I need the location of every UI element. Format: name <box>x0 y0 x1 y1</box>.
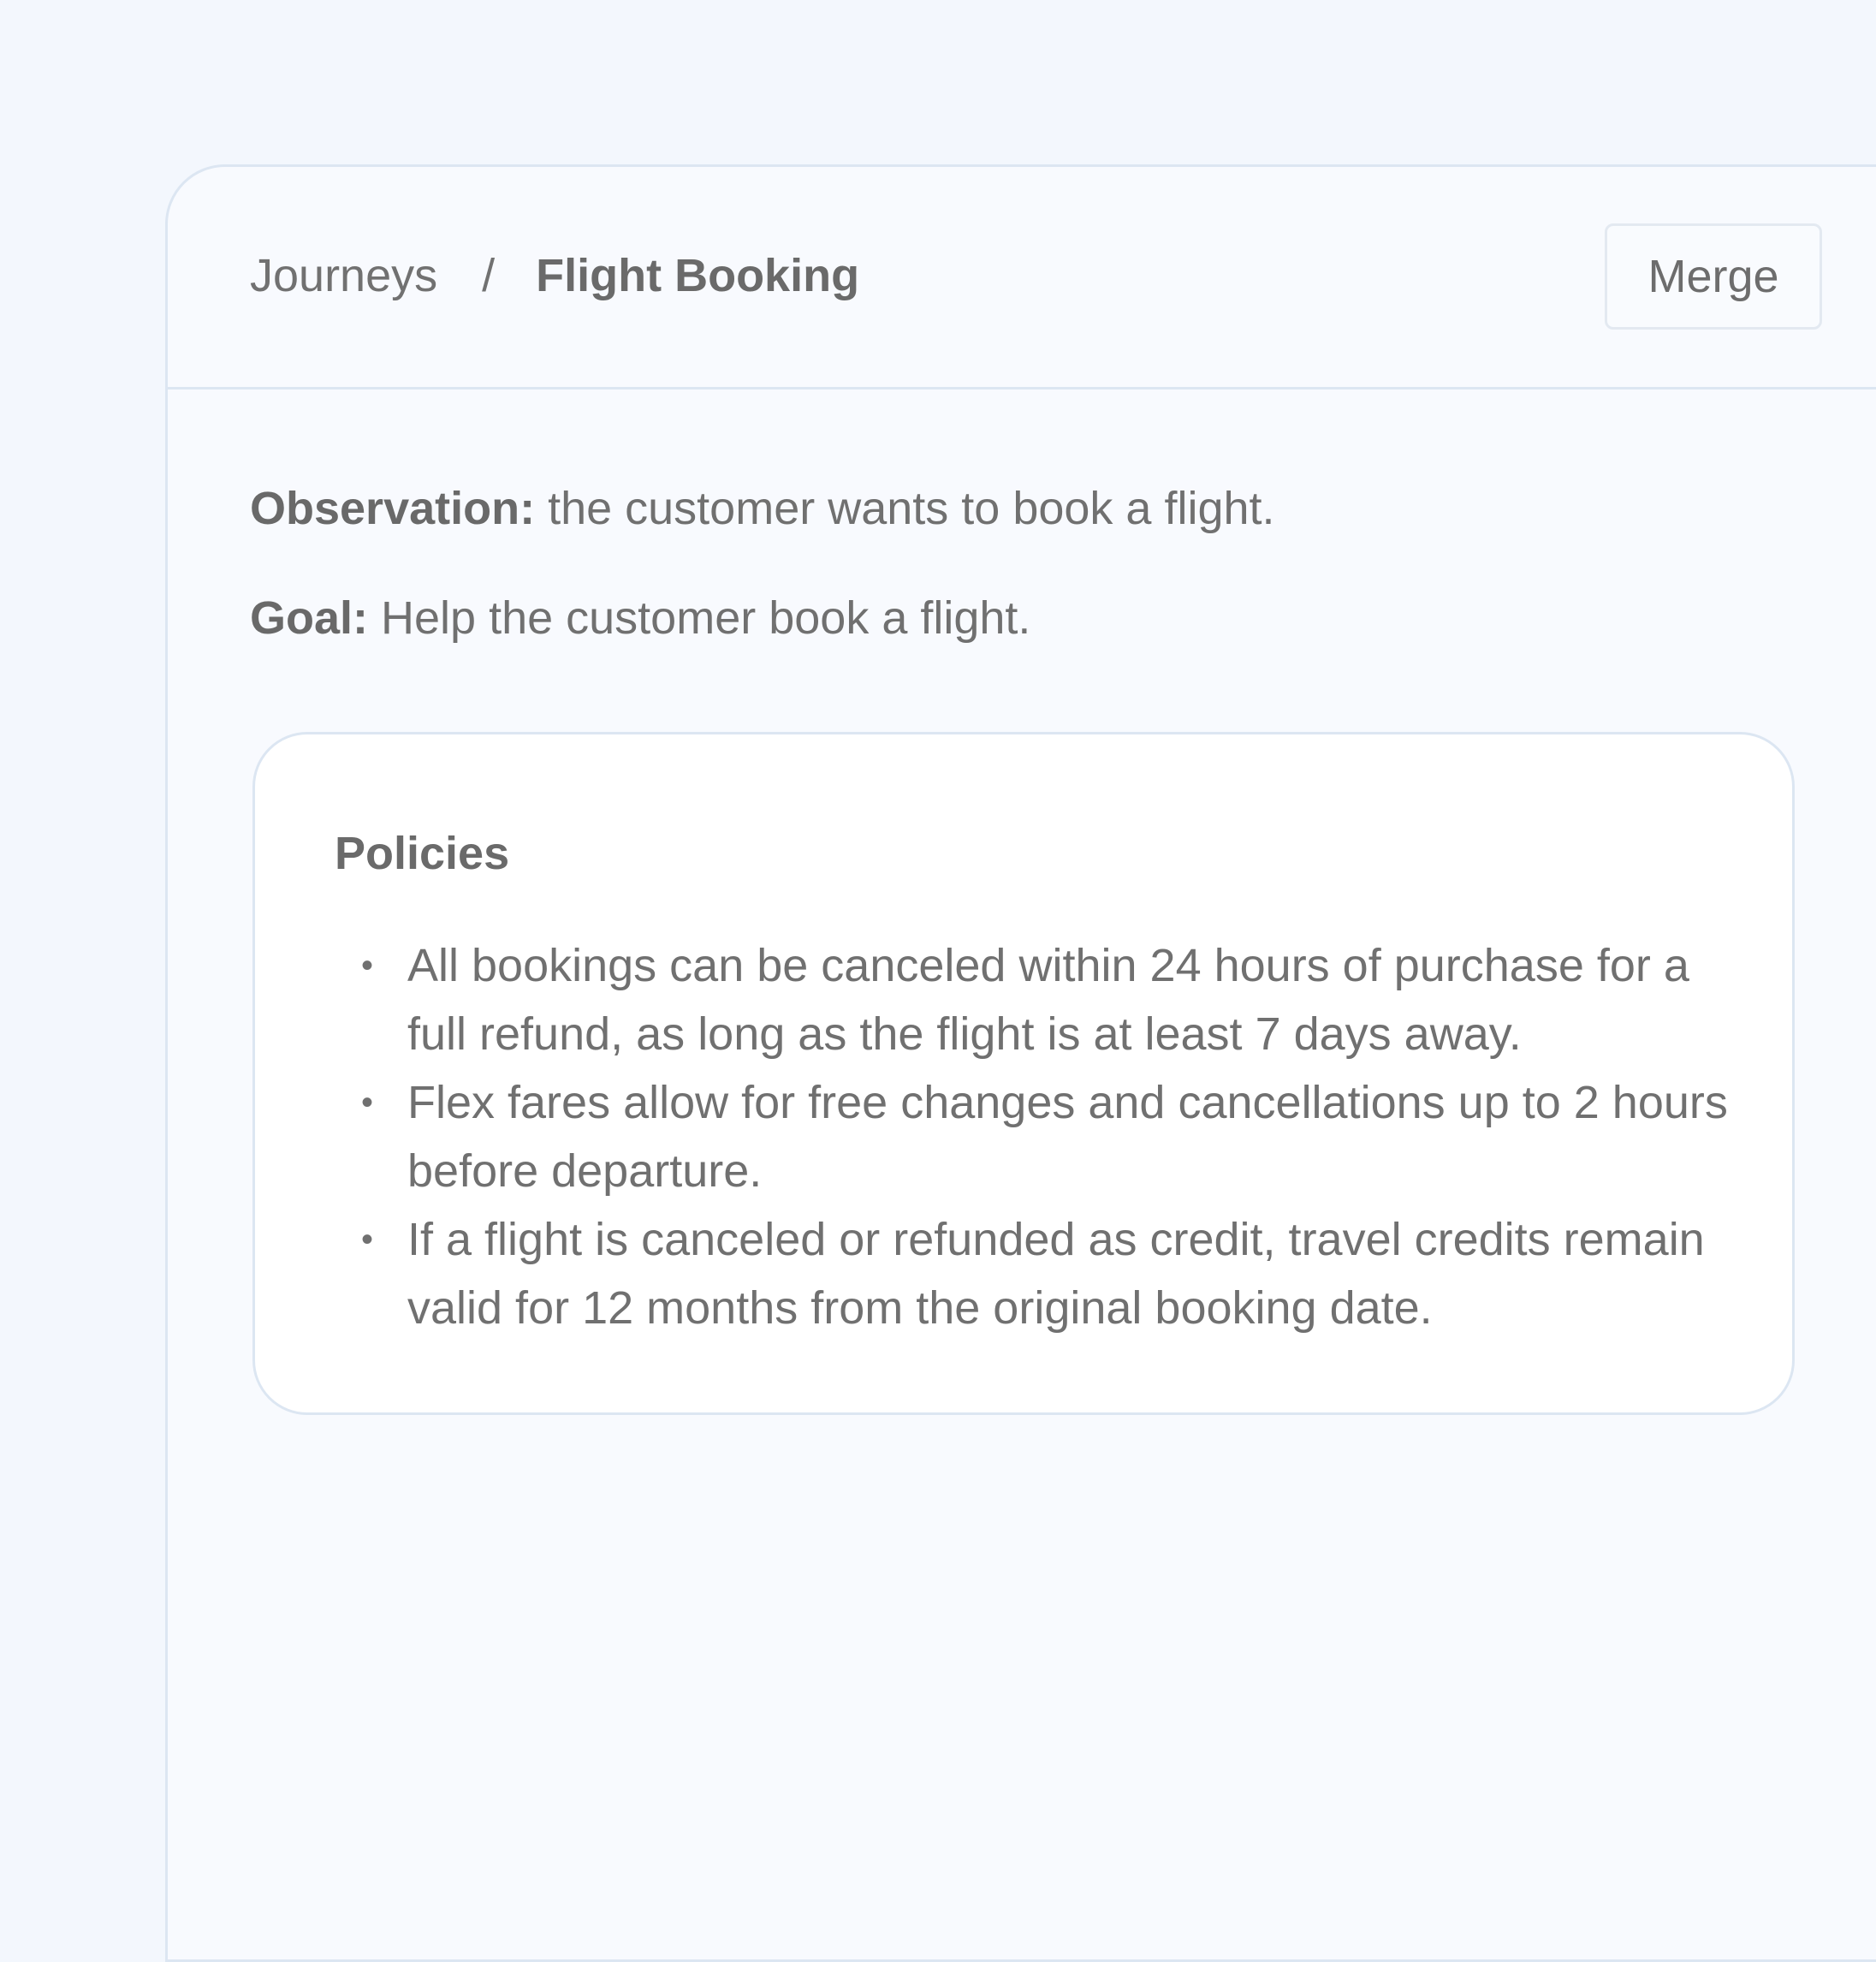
journey-header: Journeys / Flight Booking Merge <box>168 167 1876 389</box>
policy-item: • Flex fares allow for free changes and … <box>255 1068 1792 1205</box>
policies-title: Policies <box>335 828 510 879</box>
merge-button[interactable]: Merge <box>1605 223 1822 330</box>
breadcrumb-journeys-link[interactable]: Journeys <box>250 250 437 301</box>
goal-row: Goal: Help the customer book a flight. <box>250 595 1030 641</box>
goal-text: Help the customer book a flight. <box>368 592 1031 644</box>
policy-text: Flex fares allow for free changes and ca… <box>407 1077 1728 1197</box>
breadcrumb-separator: / <box>482 250 496 301</box>
goal-label: Goal: <box>250 592 369 644</box>
breadcrumb-current-page: Flight Booking <box>536 250 860 301</box>
journey-window: Journeys / Flight Booking Merge Observatio… <box>165 164 1876 1962</box>
observation-text: the customer wants to book a flight. <box>535 483 1275 534</box>
policies-card: Policies • All bookings can be canceled … <box>252 732 1795 1415</box>
policy-item: • If a flight is canceled or refunded as… <box>255 1205 1792 1342</box>
policy-item: • All bookings can be canceled within 24… <box>255 931 1792 1068</box>
policy-text: All bookings can be canceled within 24 h… <box>407 940 1689 1060</box>
policies-list: • All bookings can be canceled within 24… <box>255 931 1792 1342</box>
observation-label: Observation: <box>250 483 536 534</box>
observation-row: Observation: the customer wants to book … <box>250 485 1275 532</box>
bullet-icon: • <box>361 1084 374 1121</box>
bullet-icon: • <box>361 1221 374 1258</box>
breadcrumb: Journeys / Flight Booking <box>250 253 859 299</box>
policy-text: If a flight is canceled or refunded as c… <box>407 1214 1705 1334</box>
bullet-icon: • <box>361 947 374 984</box>
